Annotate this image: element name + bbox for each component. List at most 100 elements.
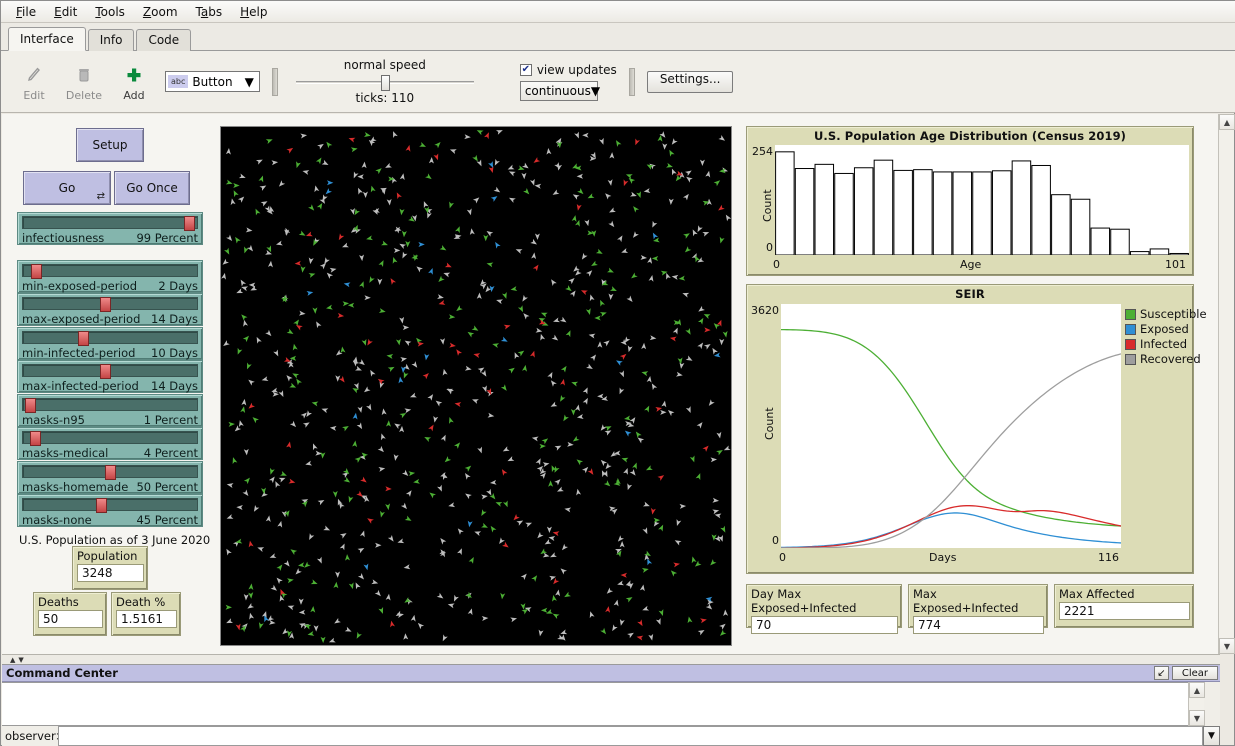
monitor-max-affected[interactable]: Max Affected 2221 [1054, 584, 1194, 628]
scroll-down-icon[interactable]: ▼ [1219, 638, 1235, 654]
widget-type-dropdown[interactable]: abc Button ▼ [165, 71, 260, 92]
slider-value-max-infected-period: 14 Days [151, 379, 198, 393]
legend-item-susceptible[interactable]: Susceptible [1125, 307, 1207, 321]
go-once-button[interactable]: Go Once [114, 171, 190, 205]
settings-button[interactable]: Settings... [646, 70, 734, 93]
toolbar-separator-2 [628, 67, 635, 96]
splitter-down-icon[interactable]: ▼ [18, 656, 23, 664]
delete-button-label: Delete [65, 88, 103, 102]
speed-slider[interactable] [295, 75, 474, 91]
slider-value-min-infected-period: 10 Days [151, 346, 198, 360]
monitor-max-ei-label: Max Exposed+Infected [913, 587, 1019, 615]
chevron-down-icon: ▼ [244, 74, 254, 89]
add-button[interactable]: Add [109, 54, 159, 110]
slider-knob-min-infected-period[interactable] [78, 331, 90, 346]
slider-knob-max-exposed-period[interactable] [99, 297, 111, 312]
slider-track-max-exposed-period[interactable] [22, 297, 198, 312]
slider-label-masks-n95: masks-n95 [22, 413, 85, 427]
command-output-scrollbar[interactable]: ▲ ▼ [1188, 682, 1205, 726]
view-updates-checkbox[interactable]: ✔ [519, 63, 532, 76]
splitter-up-icon[interactable]: ▲ [10, 656, 15, 664]
tab-interface[interactable]: Interface [8, 27, 86, 51]
menu-edit[interactable]: Edit [45, 3, 86, 21]
abc-icon: abc [168, 75, 189, 88]
monitor-death-percent[interactable]: Death % 1.5161 [111, 592, 181, 636]
slider-masks-homemade[interactable]: masks-homemade 50 Percent [17, 461, 203, 494]
monitor-day-max-exposed-infected[interactable]: Day Max Exposed+Infected 70 [746, 584, 902, 634]
slider-knob-max-infected-period[interactable] [99, 364, 111, 379]
command-input[interactable] [58, 726, 1203, 746]
pencil-icon [25, 62, 43, 88]
legend-item-recovered[interactable]: Recovered [1125, 352, 1207, 366]
panel-splitter[interactable]: ▲ ▼ [2, 654, 1220, 664]
setup-button[interactable]: Setup [76, 128, 144, 162]
slider-max-infected-period[interactable]: max-infected-period 14 Days [17, 360, 203, 393]
plot-seir-xmax: 116 [1098, 551, 1119, 564]
scroll-up-icon[interactable]: ▲ [1189, 682, 1205, 698]
slider-masks-n95[interactable]: masks-n95 1 Percent [17, 394, 203, 427]
tab-code[interactable]: Code [136, 29, 192, 51]
slider-track-masks-n95[interactable] [22, 398, 198, 413]
slider-min-exposed-period[interactable]: min-exposed-period 2 Days [17, 260, 203, 293]
plot-seir-legend: Susceptible Exposed Infected Recovered [1125, 307, 1207, 367]
legend-item-exposed[interactable]: Exposed [1125, 322, 1207, 336]
plot-age-xmin: 0 [773, 258, 780, 271]
command-history-dropdown[interactable]: ▼ [1203, 726, 1220, 746]
slider-masks-medical[interactable]: masks-medical 4 Percent [17, 427, 203, 460]
menu-tabs[interactable]: Tabs [187, 3, 232, 21]
monitor-max-exposed-infected[interactable]: Max Exposed+Infected 774 [908, 584, 1048, 634]
slider-knob-masks-medical[interactable] [29, 431, 41, 446]
slider-track-masks-medical[interactable] [22, 431, 198, 446]
legend-swatch-exposed [1125, 323, 1136, 335]
plot-seir-xmin: 0 [779, 551, 786, 564]
slider-track-min-infected-period[interactable] [22, 331, 198, 346]
slider-infectiousness[interactable]: infectiousness 99 Percent [17, 212, 203, 245]
widget-type-value: Button [192, 74, 233, 89]
menu-zoom[interactable]: Zoom [134, 3, 187, 21]
monitor-day-max-ei-value: 70 [751, 616, 898, 634]
delete-button[interactable]: Delete [59, 54, 109, 110]
slider-track-min-exposed-period[interactable] [22, 264, 198, 279]
slider-masks-none[interactable]: masks-none 45 Percent [17, 494, 203, 527]
slider-min-infected-period[interactable]: min-infected-period 10 Days [17, 327, 203, 360]
scroll-up-icon[interactable]: ▲ [1219, 114, 1235, 130]
slider-knob-infectiousness[interactable] [184, 216, 196, 231]
slider-label-max-exposed-period: max-exposed-period [22, 312, 141, 326]
expand-icon[interactable]: ↙ [1153, 666, 1169, 680]
edit-button[interactable]: Edit [9, 54, 59, 110]
plot-age-xlabel: Age [960, 258, 982, 271]
command-center: Command Center ↙ Clear ▲ ▼ observer> ▼ [2, 664, 1220, 746]
slider-knob-masks-homemade[interactable] [104, 465, 116, 480]
legend-item-infected[interactable]: Infected [1125, 337, 1207, 351]
plot-seir-ylabel: Count [763, 407, 776, 440]
go-once-button-label: Go Once [126, 181, 178, 195]
plus-icon [125, 62, 143, 88]
slider-value-min-exposed-period: 2 Days [158, 279, 198, 293]
plot-age-canvas [775, 145, 1189, 255]
slider-track-max-infected-period[interactable] [22, 364, 198, 379]
slider-knob-masks-none[interactable] [96, 498, 108, 513]
go-button[interactable]: Go ⇄ [23, 171, 111, 205]
menu-help[interactable]: Help [231, 3, 276, 21]
update-mode-select[interactable]: continuous ▼ [519, 80, 600, 101]
monitor-deaths[interactable]: Deaths 50 [33, 592, 107, 636]
slider-track-masks-none[interactable] [22, 498, 198, 513]
monitor-population[interactable]: Population 3248 [72, 546, 148, 590]
speed-slider-knob[interactable] [380, 75, 390, 91]
plot-age-distribution: U.S. Population Age Distribution (Census… [746, 126, 1194, 276]
setup-button-label: Setup [92, 138, 128, 152]
menu-file[interactable]: FFileile [7, 3, 45, 21]
interface-vertical-scrollbar[interactable]: ▲ ▼ [1218, 114, 1235, 654]
command-center-output [2, 682, 1204, 726]
clear-button[interactable]: Clear [1171, 666, 1218, 680]
slider-knob-min-exposed-period[interactable] [31, 264, 43, 279]
scroll-down-icon[interactable]: ▼ [1189, 710, 1205, 726]
slider-knob-masks-n95[interactable] [24, 398, 36, 413]
slider-track-infectiousness[interactable] [22, 216, 198, 231]
world-view[interactable] [220, 126, 732, 646]
menu-tools[interactable]: Tools [86, 3, 134, 21]
slider-max-exposed-period[interactable]: max-exposed-period 14 Days [17, 293, 203, 326]
scroll-track[interactable] [1219, 130, 1234, 638]
slider-track-masks-homemade[interactable] [22, 465, 198, 480]
tab-info[interactable]: Info [87, 29, 135, 51]
